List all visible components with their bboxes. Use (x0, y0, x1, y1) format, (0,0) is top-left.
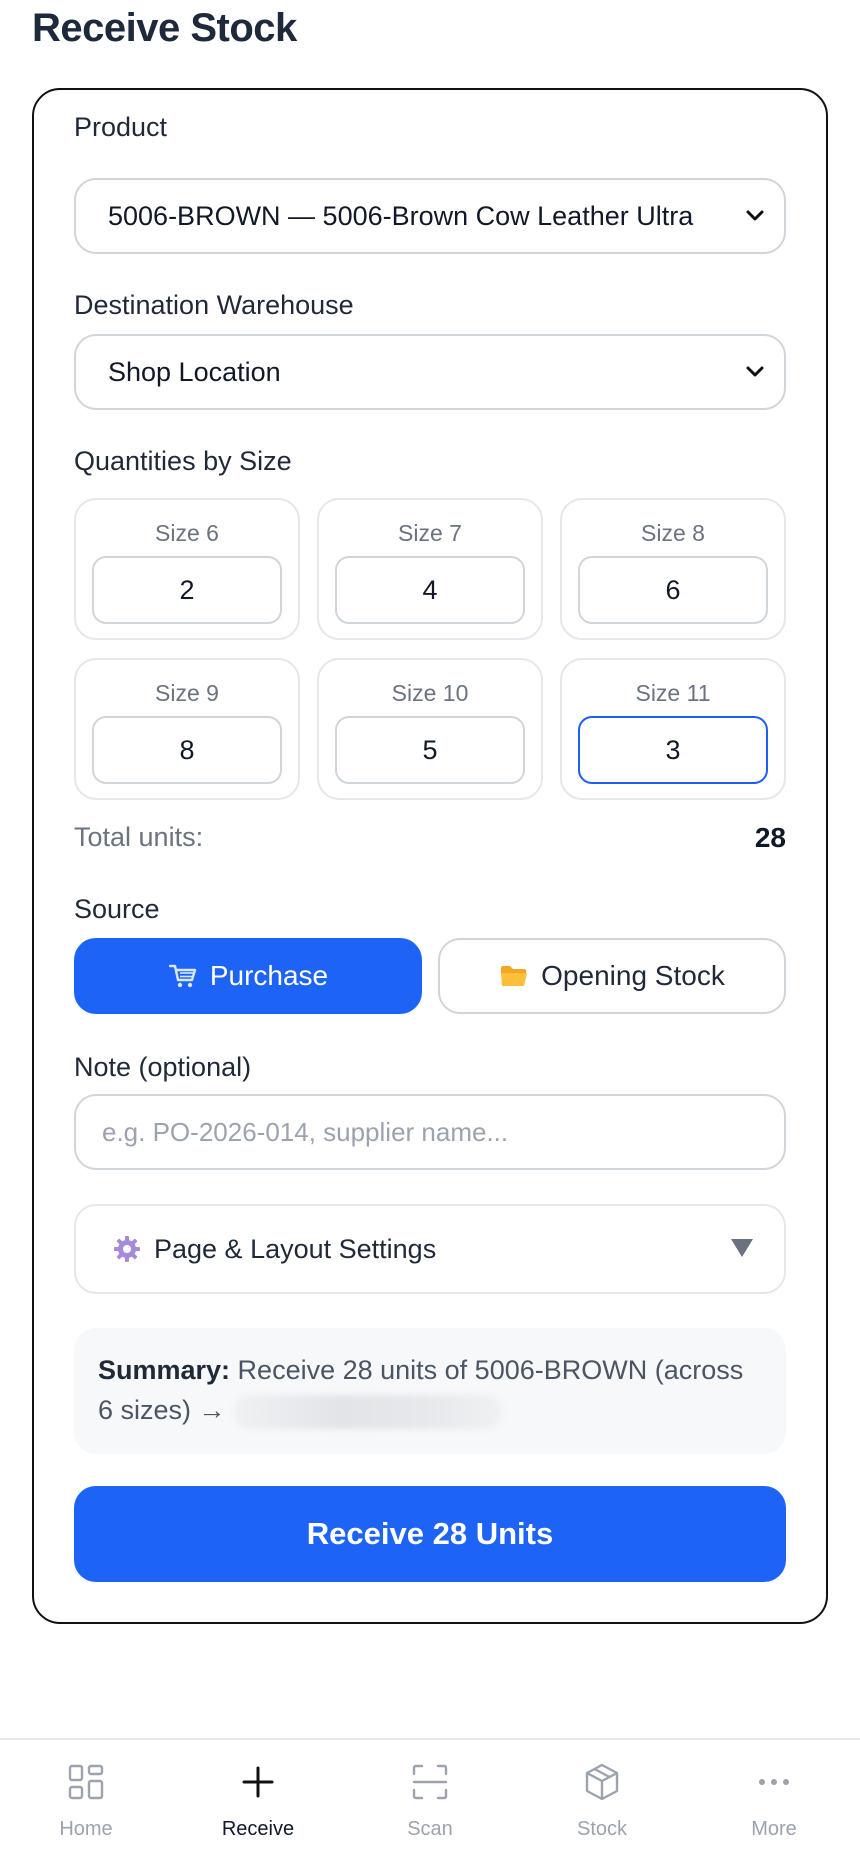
grid-icon (64, 1760, 108, 1804)
size-cell: Size 11 3 (560, 658, 786, 800)
size-qty-input[interactable]: 8 (92, 716, 282, 784)
size-label: Size 8 (641, 520, 705, 546)
source-purchase-button[interactable]: Purchase (74, 938, 422, 1014)
folder-icon (499, 963, 529, 989)
size-cell: Size 10 5 (317, 658, 543, 800)
size-cell: Size 6 2 (74, 498, 300, 640)
plus-icon (236, 1760, 280, 1804)
chevron-down-icon (742, 359, 768, 385)
page-layout-settings-toggle[interactable]: Page & Layout Settings (74, 1204, 786, 1294)
size-qty-input[interactable]: 3 (578, 716, 768, 784)
total-units-label: Total units: (74, 822, 204, 852)
note-label: Note (optional) (74, 1052, 252, 1082)
size-label: Size 9 (155, 680, 219, 706)
bottom-navigation: Home Receive Scan Stock More (0, 1738, 860, 1864)
nav-item-home[interactable]: Home (0, 1740, 172, 1864)
redacted-destination (233, 1394, 504, 1429)
receive-units-button[interactable]: Receive 28 Units (74, 1486, 786, 1582)
settings-label: Page & Layout Settings (154, 1233, 437, 1264)
size-qty-input[interactable]: 2 (92, 556, 282, 624)
product-label: Product (74, 112, 168, 142)
summary-box: Summary: Receive 28 units of 5006-BROWN … (74, 1328, 786, 1454)
size-qty-input[interactable]: 6 (578, 556, 768, 624)
source-opening-stock-button[interactable]: Opening Stock (438, 938, 786, 1014)
warehouse-label: Destination Warehouse (74, 290, 354, 320)
nav-item-more[interactable]: More (688, 1740, 860, 1864)
size-qty-input[interactable]: 5 (335, 716, 525, 784)
nav-label: More (751, 1818, 797, 1840)
size-label: Size 11 (635, 680, 711, 706)
product-select[interactable]: 5006-BROWN — 5006-Brown Cow Leather Ultr… (74, 178, 786, 254)
summary-heading: Summary: (98, 1355, 231, 1385)
size-cell: Size 9 8 (74, 658, 300, 800)
source-opening-stock-label: Opening Stock (541, 960, 725, 991)
source-label: Source (74, 894, 160, 924)
nav-label: Home (59, 1818, 113, 1840)
box-icon (580, 1760, 624, 1804)
triangle-down-icon (730, 1234, 754, 1265)
product-select-value: 5006-BROWN — 5006-Brown Cow Leather Ultr… (108, 200, 694, 231)
nav-label: Stock (576, 1818, 628, 1840)
note-input[interactable]: e.g. PO-2026-014, supplier name... (74, 1094, 786, 1170)
source-purchase-label: Purchase (209, 960, 329, 991)
size-label: Size 10 (391, 680, 469, 706)
scan-icon (408, 1760, 452, 1804)
cart-icon (168, 963, 198, 989)
size-cell: Size 8 6 (560, 498, 786, 640)
nav-item-scan[interactable]: Scan (344, 1740, 516, 1864)
size-cell: Size 7 4 (317, 498, 543, 640)
warehouse-select[interactable]: Shop Location (74, 334, 786, 410)
quantities-label: Quantities by Size (74, 446, 292, 476)
size-label: Size 7 (398, 520, 462, 546)
chevron-down-icon (742, 203, 768, 229)
nav-label: Scan (407, 1818, 453, 1840)
warehouse-select-value: Shop Location (108, 356, 281, 387)
page-title: Receive Stock (32, 6, 297, 50)
size-label: Size 6 (155, 520, 219, 546)
total-units-value: 28 (754, 822, 786, 853)
nav-item-stock[interactable]: Stock (516, 1740, 688, 1864)
more-icon (752, 1760, 796, 1804)
gear-icon (112, 1234, 142, 1264)
nav-label: Receive (221, 1818, 295, 1840)
size-qty-input[interactable]: 4 (335, 556, 525, 624)
nav-item-receive[interactable]: Receive (172, 1740, 344, 1864)
